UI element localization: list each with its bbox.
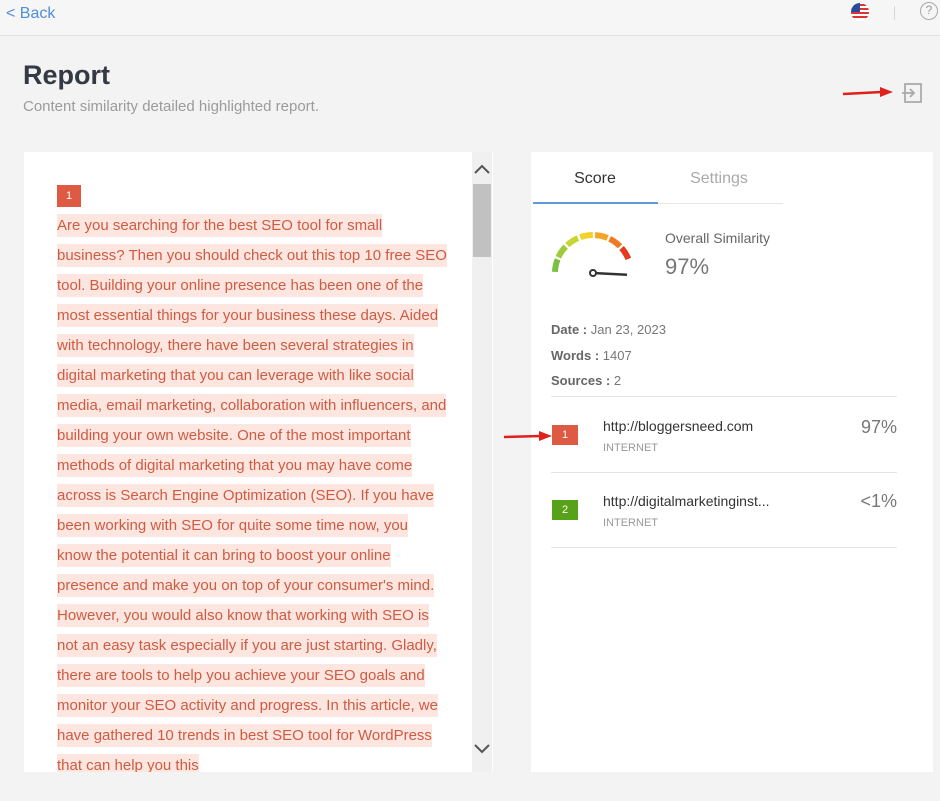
source-type: INTERNET bbox=[603, 517, 658, 529]
gauge-segment bbox=[608, 236, 623, 249]
source-percentage: 97% bbox=[860, 417, 897, 437]
scrollbar-thumb[interactable] bbox=[473, 184, 491, 257]
tab-settings[interactable]: Settings bbox=[657, 170, 781, 188]
gauge-segment bbox=[579, 232, 593, 241]
highlighted-span: Are you searching for the best SEO tool … bbox=[57, 214, 447, 772]
source-url[interactable]: http://bloggersneed.com bbox=[603, 418, 753, 434]
source-marker-badge[interactable]: 1 bbox=[57, 185, 81, 207]
scroll-up-icon[interactable] bbox=[472, 158, 492, 180]
gauge-segment bbox=[594, 232, 609, 241]
divider bbox=[551, 547, 897, 548]
page-title: Report bbox=[23, 60, 110, 90]
top-bar: < Back ? bbox=[0, 0, 940, 36]
source-row[interactable]: 2 http://digitalmarketinginst... INTERNE… bbox=[551, 473, 897, 547]
annotation-arrow-icon bbox=[503, 431, 552, 441]
scroll-down-icon[interactable] bbox=[472, 738, 492, 760]
score-panel: Score Settings Overall Similarity 97% Da… bbox=[531, 152, 933, 772]
scrollbar[interactable] bbox=[472, 152, 492, 772]
export-icon[interactable] bbox=[901, 82, 923, 104]
similarity-gauge-icon bbox=[552, 232, 632, 277]
source-url[interactable]: http://digitalmarketinginst... bbox=[603, 493, 770, 509]
gauge-segment bbox=[552, 258, 561, 273]
source-type: INTERNET bbox=[603, 442, 658, 454]
highlighted-text-panel: 1 Are you searching for the best SEO too… bbox=[24, 152, 493, 772]
gauge-segment bbox=[565, 235, 580, 248]
page-subtitle: Content similarity detailed highlighted … bbox=[23, 98, 319, 115]
source-count: Sources : 2 bbox=[551, 373, 622, 388]
help-icon[interactable]: ? bbox=[920, 2, 938, 20]
gauge-segment bbox=[555, 244, 568, 259]
highlighted-content: Are you searching for the best SEO tool … bbox=[57, 211, 447, 772]
source-percentage: <1% bbox=[860, 491, 897, 511]
back-link[interactable]: < Back bbox=[6, 5, 55, 23]
source-number-badge: 2 bbox=[552, 500, 578, 520]
tab-score[interactable]: Score bbox=[533, 170, 657, 188]
annotation-arrow-icon bbox=[842, 87, 893, 97]
overall-similarity-label: Overall Similarity bbox=[665, 230, 771, 246]
tab-bar: Score Settings bbox=[533, 164, 783, 204]
active-tab-indicator bbox=[533, 202, 658, 204]
source-number-badge: 1 bbox=[552, 425, 578, 445]
word-count: Words : 1407 bbox=[551, 348, 632, 363]
report-date: Date : Jan 23, 2023 bbox=[551, 322, 666, 337]
overall-similarity-value: 97% bbox=[665, 254, 710, 279]
gauge-segment bbox=[619, 246, 632, 261]
source-row[interactable]: 1 http://bloggersneed.com INTERNET 97% bbox=[551, 397, 897, 471]
divider bbox=[894, 6, 895, 20]
us-flag-icon[interactable] bbox=[851, 3, 869, 21]
